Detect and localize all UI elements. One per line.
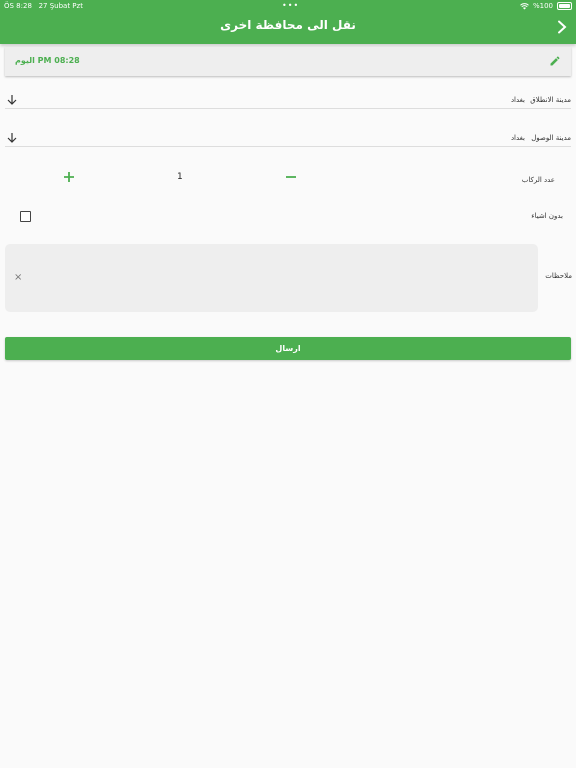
departure-city-label: مدينة الانطلاق: [530, 96, 571, 104]
passenger-count: 1: [177, 172, 183, 182]
status-bar: ÖS 8:28 27 Şubat Pzt ••• %100: [0, 0, 576, 12]
passenger-counter: 1 عدد الركاب: [5, 171, 571, 185]
departure-city-select[interactable]: مدينة الانطلاق بغداد: [5, 92, 571, 109]
notes-label: ملاحظات: [545, 272, 572, 280]
no-items-label: بدون اشياء: [531, 212, 563, 220]
status-date: 27 Şubat Pzt: [38, 2, 83, 10]
arrival-city-label: مدينة الوصول: [531, 134, 571, 142]
arrival-city-value: بغداد: [510, 134, 525, 142]
battery-icon: [557, 2, 572, 10]
battery-percent: %100: [532, 2, 553, 10]
wifi-icon: [520, 2, 529, 9]
arrow-down-icon[interactable]: [7, 94, 17, 105]
status-time-date: ÖS 8:28 27 Şubat Pzt: [4, 2, 83, 10]
notes-input[interactable]: ×: [5, 244, 538, 312]
passengers-label: عدد الركاب: [521, 176, 555, 184]
date-time-card[interactable]: اليوم PM 08:28: [5, 47, 571, 76]
arrow-down-icon[interactable]: [7, 132, 17, 143]
arrival-city-select[interactable]: مدينة الوصول بغداد: [5, 130, 571, 147]
status-time: ÖS 8:28: [4, 2, 32, 10]
plus-icon[interactable]: [63, 171, 75, 183]
status-right: %100: [520, 2, 572, 10]
minus-icon[interactable]: [285, 171, 297, 183]
edit-pencil-icon[interactable]: [549, 55, 561, 67]
app-bar: ÖS 8:28 27 Şubat Pzt ••• %100 نقل الى مح…: [0, 0, 576, 44]
submit-button[interactable]: ارسال: [5, 337, 571, 360]
departure-city-value: بغداد: [510, 96, 525, 104]
multitask-dots[interactable]: •••: [282, 1, 299, 10]
date-time-value: اليوم PM 08:28: [15, 56, 80, 65]
clear-icon[interactable]: ×: [14, 272, 22, 283]
back-chevron-icon[interactable]: [556, 20, 568, 34]
page-title: نقل الى محافظة اخرى: [220, 18, 356, 32]
no-items-checkbox[interactable]: [20, 211, 31, 222]
no-items-row: بدون اشياء: [5, 211, 571, 225]
